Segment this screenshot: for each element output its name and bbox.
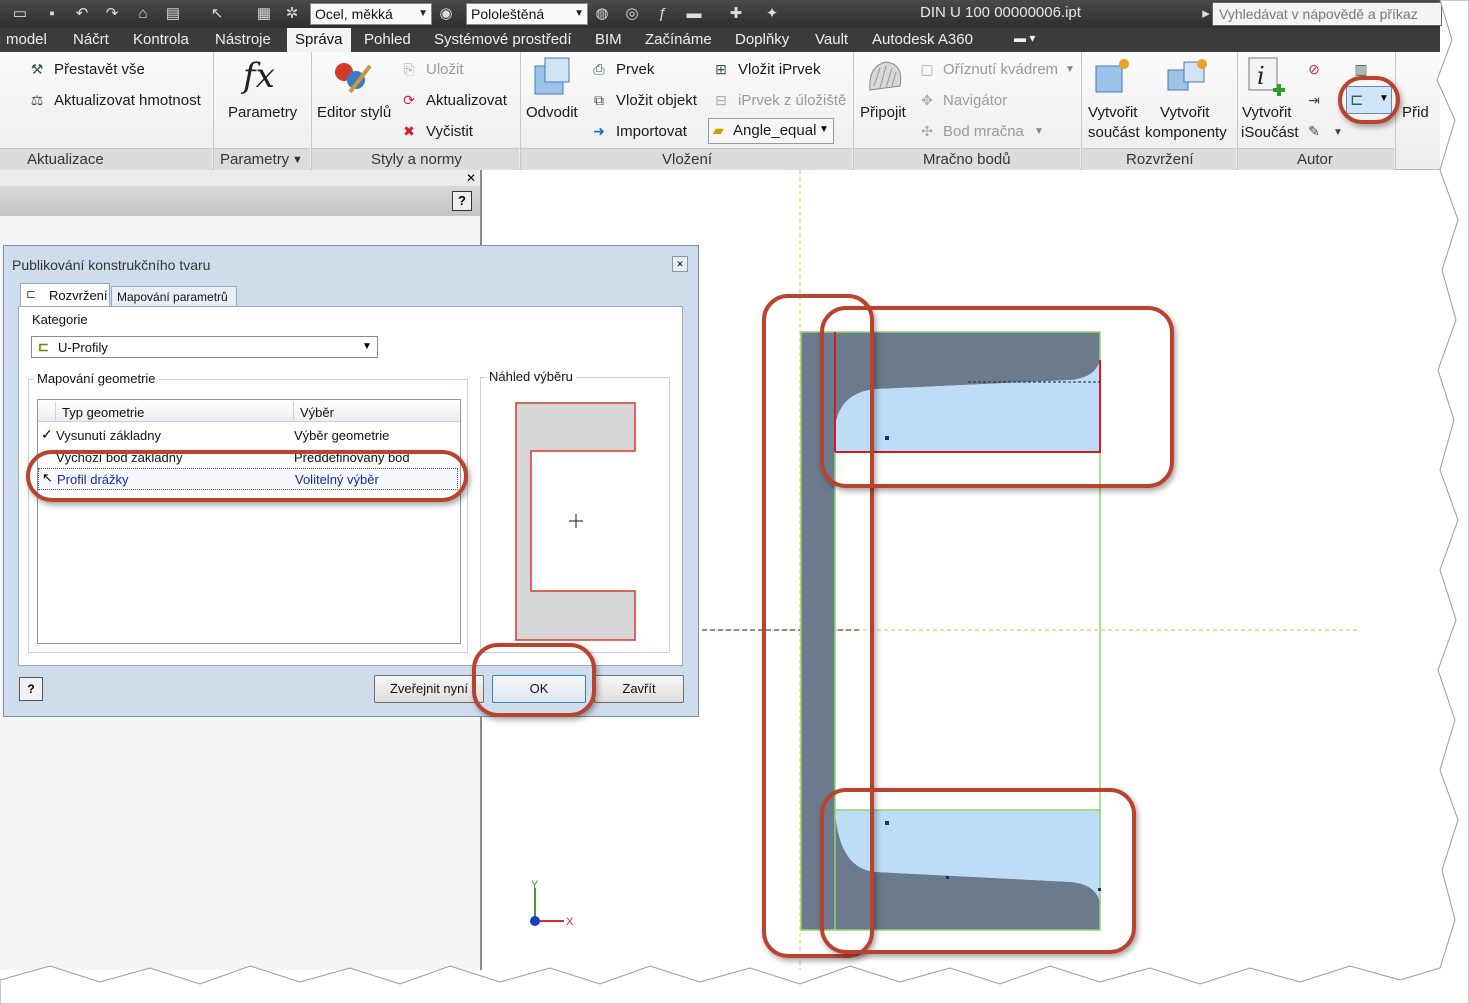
torn-edge [0, 0, 1469, 1004]
